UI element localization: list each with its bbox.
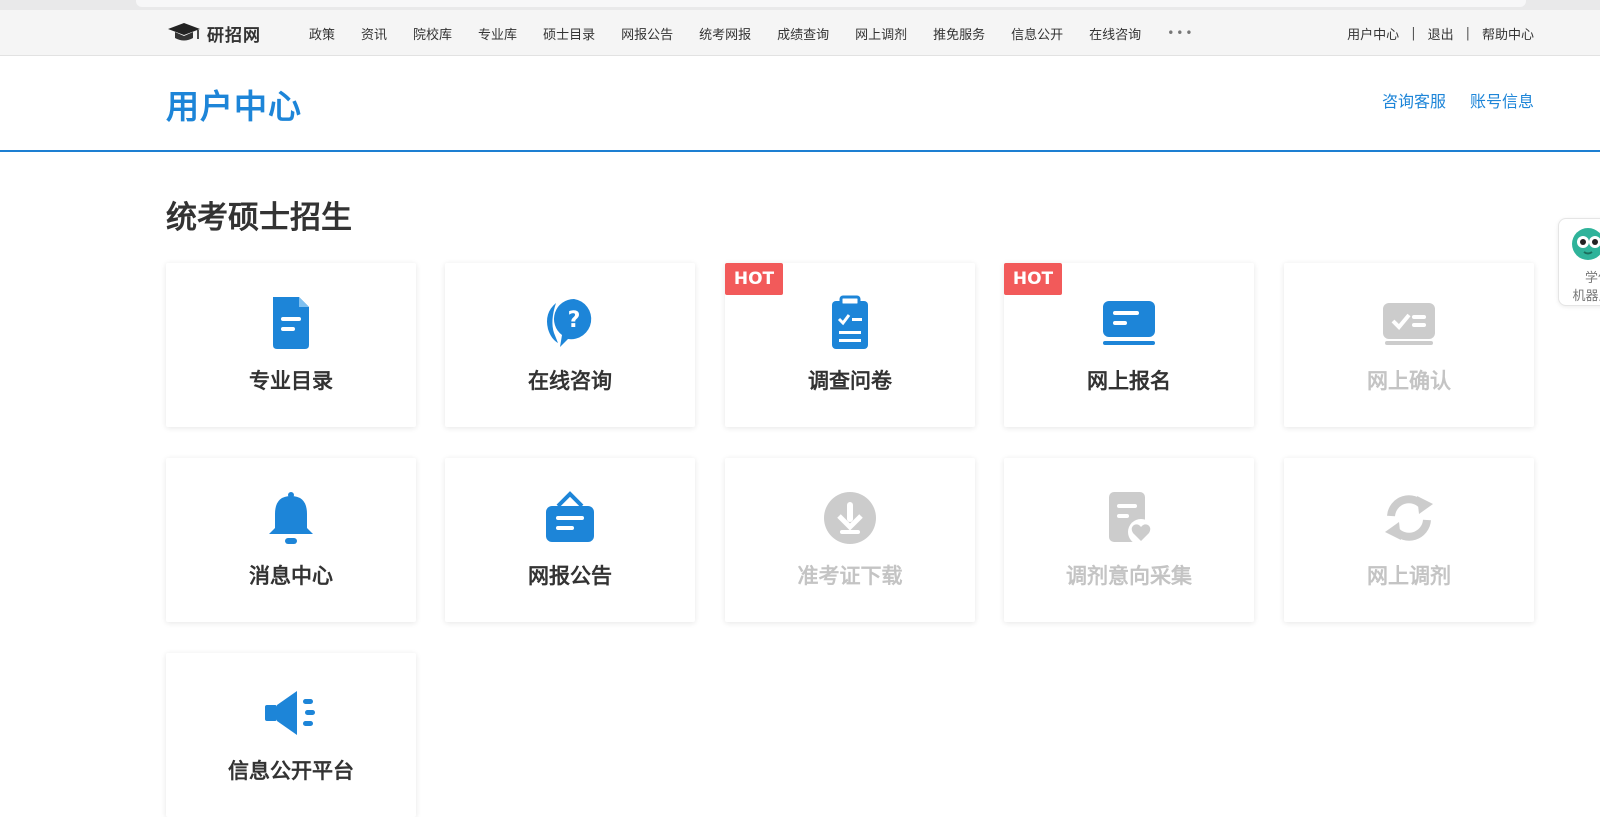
robot-avatar-icon <box>1572 228 1600 260</box>
card-online-confirm[interactable]: 网上确认 <box>1284 263 1534 427</box>
card-survey[interactable]: HOT 调查问卷 <box>725 263 975 427</box>
card-label: 网上确认 <box>1367 369 1451 393</box>
nav-item-exemption-service[interactable]: 推免服务 <box>933 24 985 43</box>
logout-link[interactable]: 退出 <box>1428 24 1454 43</box>
help-center-link[interactable]: 帮助中心 <box>1482 24 1534 43</box>
separator: | <box>1411 25 1416 41</box>
browser-top-strip <box>0 0 1600 10</box>
svg-text:?: ? <box>568 308 581 333</box>
hot-badge: HOT <box>725 263 783 295</box>
section-title: 统考硕士招生 <box>166 200 352 236</box>
nav-more-button[interactable]: ••• <box>1167 26 1194 40</box>
top-navigation-bar: 研招网 政策 资讯 院校库 专业库 硕士目录 网报公告 统考网报 成绩查询 网上… <box>0 10 1600 56</box>
page-header: 用户中心 咨询客服 账号信息 <box>0 56 1600 152</box>
card-label: 调查问卷 <box>808 369 892 393</box>
card-label: 信息公开平台 <box>228 759 354 783</box>
header-links: 咨询客服 账号信息 <box>1382 88 1534 112</box>
separator: | <box>1465 25 1470 41</box>
card-label: 消息中心 <box>249 564 333 588</box>
graduation-cap-icon <box>168 23 200 41</box>
card-label: 准考证下载 <box>797 564 903 588</box>
card-label: 在线咨询 <box>528 369 612 393</box>
robot-label: 机器人 <box>1572 289 1600 304</box>
user-links: 用户中心 | 退出 | 帮助中心 <box>1347 10 1534 56</box>
card-label: 调剂意向采集 <box>1066 564 1192 588</box>
card-label: 专业目录 <box>249 369 333 393</box>
card-info-disclosure-platform[interactable]: 信息公开平台 <box>166 653 416 817</box>
card-message-center[interactable]: 消息中心 <box>166 458 416 622</box>
document-heart-icon <box>1101 490 1157 546</box>
nav-item-policy[interactable]: 政策 <box>309 24 335 43</box>
nav-item-registration-notice[interactable]: 网报公告 <box>621 24 673 43</box>
card-label: 网上报名 <box>1087 369 1171 393</box>
nav-item-unified-registration[interactable]: 统考网报 <box>699 24 751 43</box>
site-logo[interactable]: 研招网 <box>167 20 261 46</box>
nav-item-news[interactable]: 资讯 <box>361 24 387 43</box>
check-card-icon <box>1381 295 1437 351</box>
card-transfer-intention[interactable]: 调剂意向采集 <box>1004 458 1254 622</box>
assistant-robot-widget[interactable]: 学信 机器人 <box>1558 218 1600 306</box>
card-online-registration[interactable]: HOT 网上报名 <box>1004 263 1254 427</box>
question-chat-icon: ? <box>542 295 598 351</box>
nav-item-school-library[interactable]: 院校库 <box>413 24 452 43</box>
card-online-consult[interactable]: ? 在线咨询 <box>445 263 695 427</box>
card-registration-notice[interactable]: 网报公告 <box>445 458 695 622</box>
nav-item-online-transfer[interactable]: 网上调剂 <box>855 24 907 43</box>
notice-board-icon <box>542 490 598 546</box>
nav-item-master-catalog[interactable]: 硕士目录 <box>543 24 595 43</box>
nav-item-major-library[interactable]: 专业库 <box>478 24 517 43</box>
card-major-catalog[interactable]: 专业目录 <box>166 263 416 427</box>
card-label: 网上调剂 <box>1367 564 1451 588</box>
nav-item-info-disclosure[interactable]: 信息公开 <box>1011 24 1063 43</box>
megaphone-icon <box>263 685 319 741</box>
robot-label: 学信 <box>1584 271 1600 286</box>
refresh-icon <box>1381 490 1437 546</box>
logo-text: 研招网 <box>207 25 261 46</box>
hot-badge: HOT <box>1004 263 1062 295</box>
nav-item-score-query[interactable]: 成绩查询 <box>777 24 829 43</box>
user-center-link[interactable]: 用户中心 <box>1347 24 1399 43</box>
customer-service-link[interactable]: 咨询客服 <box>1382 88 1446 112</box>
card-label: 网报公告 <box>528 564 612 588</box>
card-admission-ticket-download[interactable]: 准考证下载 <box>725 458 975 622</box>
download-circle-icon <box>822 490 878 546</box>
monitor-form-icon <box>1101 295 1157 351</box>
clipboard-check-icon <box>822 295 878 351</box>
bell-icon <box>263 490 319 546</box>
main-nav: 政策 资讯 院校库 专业库 硕士目录 网报公告 统考网报 成绩查询 网上调剂 推… <box>309 10 1220 56</box>
account-info-link[interactable]: 账号信息 <box>1470 88 1534 112</box>
card-online-transfer[interactable]: 网上调剂 <box>1284 458 1534 622</box>
nav-item-online-consult[interactable]: 在线咨询 <box>1089 24 1141 43</box>
page-title: 用户中心 <box>166 87 302 126</box>
document-icon <box>263 295 319 351</box>
